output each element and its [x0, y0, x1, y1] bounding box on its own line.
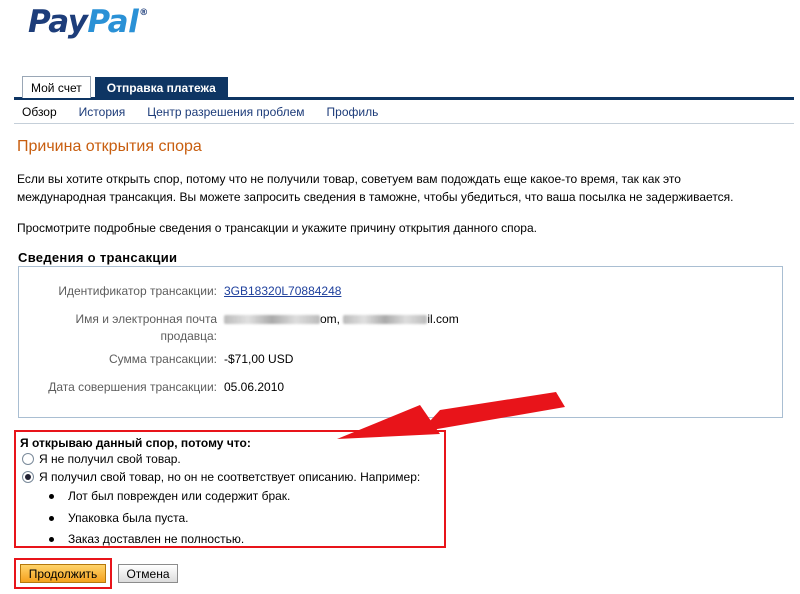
page-title: Причина открытия спора [17, 138, 202, 155]
radio-unchecked-icon[interactable] [22, 453, 34, 465]
transaction-details-box: Идентификатор трансакции: 3GB18320L70884… [18, 266, 783, 418]
transaction-id-value[interactable]: 3GB18320L70884248 [224, 283, 341, 300]
subnav-item-history[interactable]: История [79, 105, 126, 119]
redacted-seller-name [224, 315, 320, 325]
transaction-id-link[interactable]: 3GB18320L70884248 [224, 284, 341, 298]
reason-option-not-received[interactable]: Я не получил свой товар. [22, 452, 181, 466]
amount-label: Сумма трансакции: [108, 352, 217, 366]
date-label: Дата совершения трансакции: [48, 380, 217, 394]
transaction-id-label: Идентификатор трансакции: [58, 284, 217, 298]
reason-option-2-label: Я получил свой товар, но он не соответст… [39, 470, 421, 484]
date-value: 05.06.2010 [224, 380, 285, 394]
example-item: Заказ доставлен не полностью. [49, 532, 244, 546]
sub-navigation: Обзор История Центр разрешения проблем П… [22, 105, 400, 119]
tab-send-payment[interactable]: Отправка платежа [94, 77, 228, 98]
subnav-item-resolution-center[interactable]: Центр разрешения проблем [147, 105, 304, 119]
intro-text: Если вы хотите открыть спор, потому что … [17, 170, 787, 206]
reason-option-not-as-described[interactable]: Я получил свой товар, но он не соответст… [22, 470, 420, 484]
cancel-button[interactable]: Отмена [118, 564, 178, 583]
reason-question: Я открываю данный спор, потому что: [20, 436, 251, 450]
example-item: Лот был поврежден или содержит брак. [49, 489, 290, 503]
continue-button[interactable]: Продолжить [20, 564, 106, 583]
subnav-item-overview[interactable]: Обзор [22, 105, 57, 119]
subnav-item-profile[interactable]: Профиль [327, 105, 379, 119]
intro-line-2: международная трансакция. Вы можете запр… [17, 190, 734, 204]
amount-value: -$71,00 USD [224, 352, 294, 366]
intro-line-1: Если вы хотите открыть спор, потому что … [17, 172, 681, 186]
details-section-title: Сведения о трансакции [18, 250, 178, 265]
example-item: Упаковка была пуста. [49, 511, 188, 525]
seller-label: Имя и электронная почта продавца: [75, 312, 217, 343]
redacted-seller-email [343, 315, 428, 325]
tab-my-account[interactable]: Мой счет [22, 76, 91, 98]
subnav-divider [14, 123, 794, 124]
main-tabs: Мой счет Отправка платежа [22, 76, 228, 98]
reason-option-1-label: Я не получил свой товар. [39, 452, 181, 466]
seller-value: om, il.com [224, 311, 459, 328]
bullet-icon [49, 537, 54, 543]
bullet-icon [49, 494, 54, 500]
bullet-icon [49, 516, 54, 522]
radio-checked-icon[interactable] [22, 471, 34, 483]
paypal-logo: PayPal® [28, 4, 148, 40]
instruction-text: Просмотрите подробные сведения о трансак… [17, 221, 537, 235]
tab-divider [14, 97, 794, 100]
